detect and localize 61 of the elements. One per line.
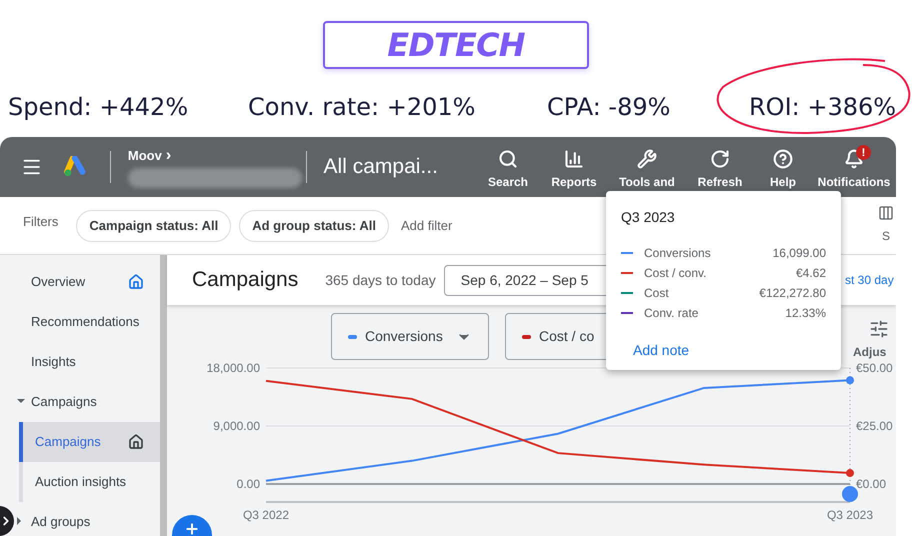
tools-icon xyxy=(637,149,657,169)
axis-label: €25.00 xyxy=(856,419,893,433)
point-marker xyxy=(846,376,854,384)
axis-label: €50.00 xyxy=(856,361,893,375)
help-icon xyxy=(773,149,793,169)
stat-text: Spend: +442% xyxy=(8,93,188,121)
search-icon xyxy=(498,149,518,169)
adjust-icon[interactable] xyxy=(869,319,889,339)
toolbar-button[interactable]: Search xyxy=(476,149,540,189)
reports-icon xyxy=(564,149,584,169)
axis-label: Q3 2022 xyxy=(242,508,290,522)
quick-range-link[interactable]: st 30 day xyxy=(845,271,894,289)
metric-name: Conv. rate xyxy=(644,304,700,322)
metric-name: Conversions xyxy=(644,244,712,262)
adjust-label: Adjus xyxy=(853,344,886,361)
point-marker xyxy=(846,469,854,478)
title: EDTECH xyxy=(387,25,525,66)
filters-label: Filters xyxy=(23,212,58,231)
caret-icon[interactable] xyxy=(17,399,25,404)
slider-handle[interactable] xyxy=(842,486,858,502)
add-filter-link[interactable]: Add filter xyxy=(400,216,452,236)
notifications-icon xyxy=(844,149,864,169)
add-note-link[interactable]: Add note xyxy=(633,340,690,361)
toolbar-button[interactable]: Reports xyxy=(540,149,608,189)
filter-chip[interactable]: Ad group status: All xyxy=(239,210,389,242)
columns-label: S xyxy=(882,228,890,245)
metric-value: 12.33% xyxy=(785,304,826,322)
toolbar-button[interactable]: Refresh xyxy=(686,149,754,189)
page-title: All campai... xyxy=(324,154,439,180)
metric-name: Cost / conv. xyxy=(644,264,708,282)
sidebar-item[interactable]: Campaigns xyxy=(19,422,160,462)
metric-value: 16,099.00 xyxy=(772,244,826,262)
axis-label: 9,000.00 xyxy=(213,419,260,433)
columns-icon[interactable] xyxy=(878,205,894,221)
refresh-icon xyxy=(710,149,730,169)
filter-chip[interactable]: Campaign status: All xyxy=(76,210,232,242)
toolbar-button[interactable]: Help xyxy=(754,149,812,189)
range-label: 365 days to today xyxy=(325,270,436,290)
stat-text: ROI: +386% xyxy=(749,93,896,121)
axis-label: €0.00 xyxy=(856,477,886,491)
sidebar-item[interactable]: Overview xyxy=(15,262,160,302)
plus-icon xyxy=(184,521,200,536)
axis-label: 18,000.00 xyxy=(206,361,260,375)
tooltip-title: Q3 2023 xyxy=(621,208,676,227)
sidebar-item[interactable]: Recommendations xyxy=(15,302,160,342)
axis-label: Q3 2023 xyxy=(826,508,874,522)
toolbar-button[interactable]: Tools and xyxy=(608,149,686,189)
axis-label: 0.00 xyxy=(236,477,260,491)
metric-value: €4.62 xyxy=(796,264,826,282)
metric-name: Cost xyxy=(644,284,670,302)
sidebar-item[interactable]: Campaigns xyxy=(15,382,160,422)
logo-icon[interactable] xyxy=(64,156,88,178)
stat-text: Conv. rate: +201% xyxy=(248,93,476,121)
metric-selector[interactable]: Conversions xyxy=(331,313,489,360)
breadcrumb-arrow: › xyxy=(166,148,172,164)
account-name[interactable]: Moov xyxy=(128,146,162,166)
stat-text: CPA: -89% xyxy=(547,93,670,121)
alert-badge: ! xyxy=(856,145,871,160)
sidebar-item[interactable]: Insights xyxy=(15,342,160,382)
section-title: Campaigns xyxy=(192,267,298,294)
metric-value: €122,272.80 xyxy=(759,284,826,302)
